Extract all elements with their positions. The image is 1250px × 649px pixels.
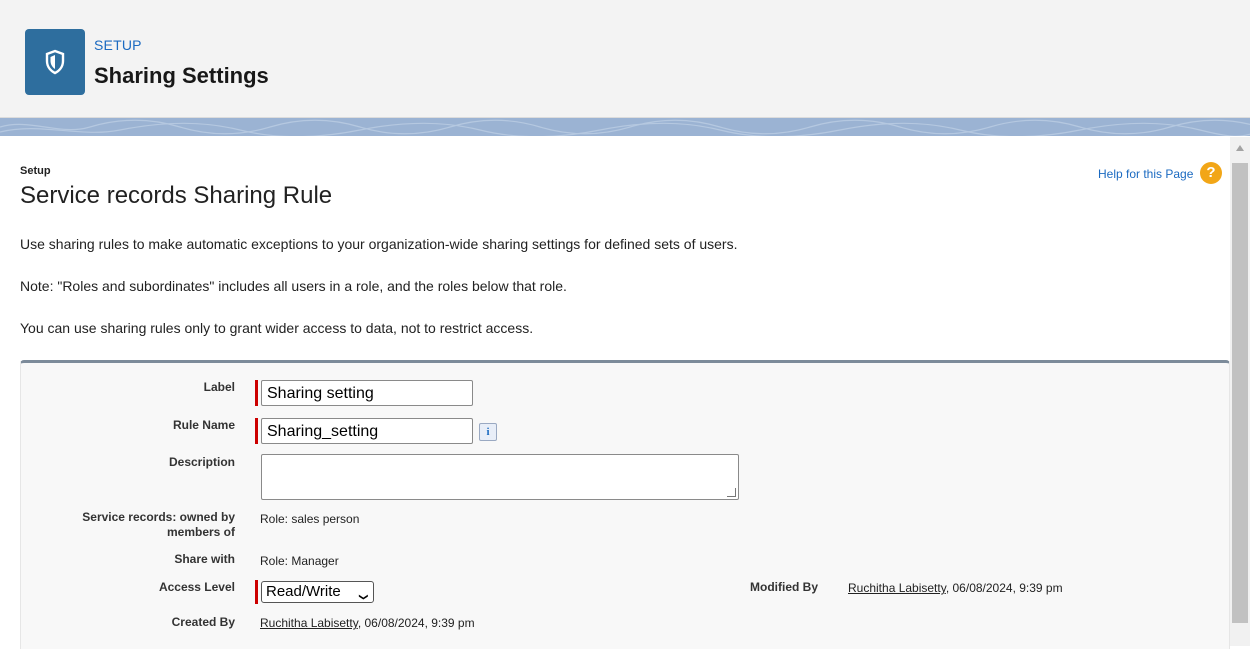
label-field-label: Label xyxy=(203,380,235,394)
scrollbar-thumb[interactable] xyxy=(1232,163,1248,623)
rule-name-input[interactable]: Sharing_setting xyxy=(261,418,473,444)
modified-by-user-link[interactable]: Ruchitha Labisetty xyxy=(848,581,946,595)
decorative-band xyxy=(0,118,1250,136)
modified-by-date: , 06/08/2024, 9:39 pm xyxy=(945,581,1063,595)
help-icon[interactable]: ? xyxy=(1200,162,1222,184)
access-level-selected: Read/Write xyxy=(266,583,341,600)
required-indicator xyxy=(255,418,258,444)
required-indicator xyxy=(255,580,258,604)
share-with-field-label: Share with xyxy=(174,552,235,566)
header-title: Sharing Settings xyxy=(94,63,269,88)
description-textarea[interactable] xyxy=(261,454,739,500)
modified-by-value: Ruchitha Labisetty, 06/08/2024, 9:39 pm xyxy=(848,581,1063,595)
access-level-field-label: Access Level xyxy=(158,580,235,594)
required-indicator xyxy=(255,380,258,406)
note-text: Note: "Roles and subordinates" includes … xyxy=(20,278,567,294)
setup-header: SETUP Sharing Settings xyxy=(0,0,1250,118)
owned-by-field-label: Service records: owned by members of xyxy=(82,510,235,539)
resize-handle-icon[interactable] xyxy=(727,488,736,497)
rule-name-field-label: Rule Name xyxy=(172,418,235,432)
restriction-text: You can use sharing rules only to grant … xyxy=(20,320,534,336)
created-by-value: Ruchitha Labisetty, 06/08/2024, 9:39 pm xyxy=(260,616,475,630)
shield-icon xyxy=(25,29,85,95)
created-by-field-label: Created By xyxy=(171,615,235,629)
owned-by-value: Role: sales person xyxy=(260,512,360,526)
setup-label: SETUP xyxy=(94,37,142,53)
share-with-value: Role: Manager xyxy=(260,554,339,568)
help-link[interactable]: Help for this Page xyxy=(1098,167,1193,181)
created-by-date: , 06/08/2024, 9:39 pm xyxy=(357,616,475,630)
modified-by-field-label: Modified By xyxy=(750,580,818,594)
label-input[interactable]: Sharing setting xyxy=(261,380,473,406)
info-icon[interactable]: i xyxy=(479,423,497,441)
access-level-select[interactable]: Read/Write ❯ xyxy=(261,581,374,603)
created-by-user-link[interactable]: Ruchitha Labisetty xyxy=(260,616,358,630)
page-title: Service records Sharing Rule xyxy=(20,182,333,209)
scroll-up-arrow-icon[interactable] xyxy=(1236,145,1244,151)
chevron-down-icon: ❯ xyxy=(359,593,370,601)
sharing-rule-detail-panel xyxy=(20,360,1230,649)
intro-text: Use sharing rules to make automatic exce… xyxy=(20,236,738,252)
description-field-label: Description xyxy=(168,455,235,469)
breadcrumb: Setup xyxy=(20,165,51,177)
